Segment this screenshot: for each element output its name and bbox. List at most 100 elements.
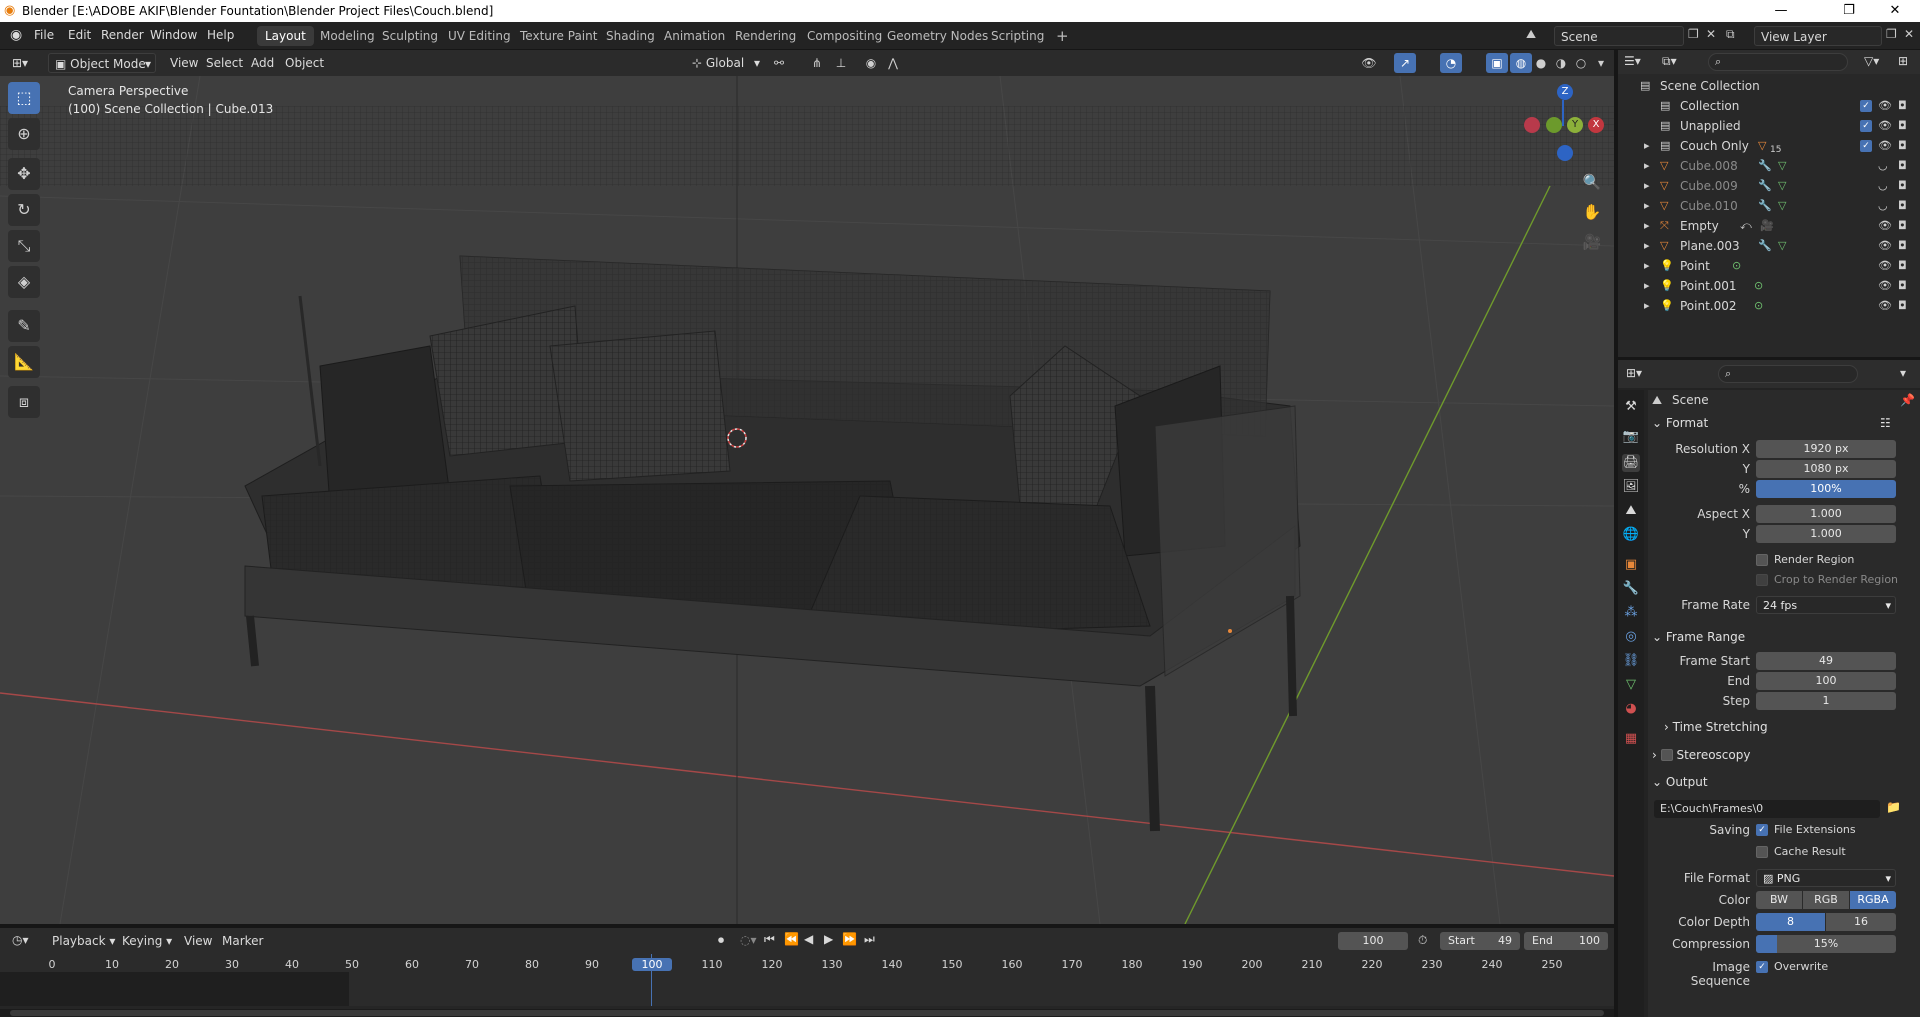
end-frame-field[interactable]: End 100 <box>1524 932 1608 950</box>
area-divider[interactable] <box>1618 357 1920 360</box>
navigation-gizmo[interactable]: Z X Y <box>1524 76 1614 176</box>
play-icon[interactable]: ▶ <box>824 932 833 946</box>
expand-arrow-icon[interactable]: ▸ <box>1644 136 1650 156</box>
new-collection-icon[interactable]: ⊞ <box>1898 54 1908 68</box>
current-frame-tick[interactable]: 100 <box>632 958 672 971</box>
view-layer-icon[interactable]: ⧉ <box>1726 27 1735 42</box>
eye-icon[interactable]: 👁 <box>1878 216 1892 236</box>
editor-type-icon[interactable]: ☰▾ <box>1624 54 1641 68</box>
area-divider[interactable] <box>0 924 1614 928</box>
eye-closed-icon[interactable]: ◡ <box>1878 176 1888 196</box>
rendered-shading-icon[interactable]: ○ <box>1570 53 1592 73</box>
file-format-dropdown[interactable]: ▨ PNG ▾ <box>1756 869 1896 887</box>
resolution-percentage-field[interactable]: 100% <box>1756 480 1896 498</box>
editor-type-icon[interactable]: ⊞▾ <box>1626 366 1642 380</box>
presets-icon[interactable]: ☷ <box>1880 412 1891 434</box>
color-rgb-button[interactable]: RGB <box>1803 891 1849 909</box>
pan-hand-icon[interactable]: ✋ <box>1578 198 1606 226</box>
exclude-checkbox[interactable]: ✓ <box>1860 120 1872 132</box>
time-stretching-panel-header[interactable]: › Time Stretching <box>1664 716 1920 738</box>
list-item[interactable]: ▤ Unapplied ✓ 👁 ◘ <box>1618 116 1920 136</box>
eye-icon[interactable]: 👁 <box>1878 136 1892 156</box>
camera-icon[interactable]: ◘ <box>1898 276 1907 296</box>
rotate-tool-icon[interactable]: ↻ <box>8 194 40 226</box>
camera-icon[interactable]: ◘ <box>1898 136 1907 156</box>
blender-menu-icon[interactable]: ◉ <box>10 27 22 43</box>
eye-icon[interactable]: 👁 <box>1878 296 1892 316</box>
color-depth-16-button[interactable]: 16 <box>1826 913 1896 931</box>
scene-selector[interactable]: Scene <box>1554 26 1684 46</box>
frame-range-panel-header[interactable]: ⌄ Frame Range <box>1652 626 1916 648</box>
gizmo-x-axis[interactable]: X <box>1588 117 1604 133</box>
add-cube-tool-icon[interactable]: ⧈ <box>8 386 40 418</box>
tool-tab-icon[interactable]: ⚒ <box>1622 398 1640 416</box>
menu-edit[interactable]: Edit <box>68 28 91 42</box>
stopwatch-icon[interactable]: ⏱ <box>1418 933 1427 948</box>
tab-geometry-nodes[interactable]: Geometry Nodes <box>879 26 996 46</box>
list-item[interactable]: ▸ ▽ Cube.010 🔧 ▽ ◡ ◘ <box>1618 196 1920 216</box>
3d-viewport[interactable]: ⬚ ⊕ ✥ ↻ ⤡ ◈ ✎ 📐 ⧈ Camera Perspective (10… <box>0 76 1614 924</box>
camera-icon[interactable]: ◘ <box>1898 256 1907 276</box>
visibility-icon[interactable]: 👁 <box>1358 53 1380 73</box>
overwrite-checkbox[interactable]: ✓ <box>1756 961 1768 973</box>
frame-step-field[interactable]: 1 <box>1756 692 1896 710</box>
menu-render[interactable]: Render <box>101 28 144 42</box>
outliner-search-input[interactable]: ⌕ <box>1708 53 1848 71</box>
play-reverse-icon[interactable]: ◀ <box>804 932 813 946</box>
keying-set-icon[interactable]: ◌▾ <box>740 933 757 947</box>
jump-end-icon[interactable]: ⏭ <box>864 932 875 947</box>
folder-icon[interactable]: 📁 <box>1886 800 1901 814</box>
camera-view-icon[interactable]: 🎥 <box>1578 228 1606 256</box>
gizmo-toggle-icon[interactable]: ↗ <box>1394 53 1416 73</box>
delete-scene-icon[interactable]: ✕ <box>1706 27 1716 41</box>
restore-icon[interactable]: ❐ <box>1826 0 1872 22</box>
delete-view-layer-icon[interactable]: ✕ <box>1904 27 1914 41</box>
filter-icon[interactable]: ▽▾ <box>1864 54 1879 68</box>
measure-tool-icon[interactable]: 📐 <box>8 346 40 378</box>
transform-tool-icon[interactable]: ◈ <box>8 266 40 298</box>
area-divider[interactable] <box>1614 50 1618 1017</box>
file-extensions-checkbox[interactable]: ✓ <box>1756 824 1768 836</box>
menu-window[interactable]: Window <box>150 28 197 42</box>
camera-icon[interactable]: ◘ <box>1898 236 1907 256</box>
camera-icon[interactable]: ◘ <box>1898 296 1907 316</box>
tab-scripting[interactable]: Scripting <box>983 26 1052 46</box>
camera-icon[interactable]: ◘ <box>1898 216 1907 236</box>
eye-icon[interactable]: 👁 <box>1878 276 1892 296</box>
world-tab-icon[interactable]: 🌐 <box>1622 526 1640 544</box>
eye-icon[interactable]: 👁 <box>1878 256 1892 276</box>
display-mode-icon[interactable]: ⧉▾ <box>1662 54 1677 69</box>
format-panel-header[interactable]: ⌄ Format ☷ <box>1652 412 1916 434</box>
snap-target-icon[interactable]: ⊥ <box>830 53 852 73</box>
editor-type-icon[interactable]: ◷▾ <box>12 933 29 947</box>
list-item[interactable]: ▸ 💡 Point ⊙ 👁 ◘ <box>1618 256 1920 276</box>
tab-compositing[interactable]: Compositing <box>799 26 890 46</box>
gizmo-neg-y-axis[interactable] <box>1546 117 1562 133</box>
list-item[interactable]: ▸ ▽ Cube.009 🔧 ▽ ◡ ◘ <box>1618 176 1920 196</box>
stereoscopy-panel-header[interactable]: › Stereoscopy <box>1652 744 1916 766</box>
resolution-x-field[interactable]: 1920 px <box>1756 440 1896 458</box>
pin-icon[interactable]: 📌 <box>1900 393 1915 407</box>
view-layer-tab-icon[interactable]: 🖼 <box>1622 478 1640 496</box>
camera-icon[interactable]: ◘ <box>1898 156 1907 176</box>
frame-start-field[interactable]: 49 <box>1756 652 1896 670</box>
list-item[interactable]: ▸ ▽ Plane.003 🔧 ▽ 👁 ◘ <box>1618 236 1920 256</box>
constraints-tab-icon[interactable]: ⛓ <box>1622 652 1640 670</box>
render-region-checkbox[interactable] <box>1756 554 1768 566</box>
gizmo-neg-z-axis[interactable] <box>1557 145 1573 161</box>
timeline-scrollbar[interactable] <box>0 1009 1614 1017</box>
list-item[interactable]: ▸ ▽ Cube.008 🔧 ▽ ◡ ◘ <box>1618 156 1920 176</box>
cursor-tool-icon[interactable]: ⊕ <box>8 118 40 150</box>
list-item[interactable]: ▸ 💡 Point.001 ⊙ 👁 ◘ <box>1618 276 1920 296</box>
tab-texture-paint[interactable]: Texture Paint <box>512 26 605 46</box>
material-tab-icon[interactable]: ◕ <box>1622 700 1640 718</box>
menu-view[interactable]: View <box>164 53 204 73</box>
tab-sculpting[interactable]: Sculpting <box>374 26 446 46</box>
falloff-icon[interactable]: ⋀ <box>882 53 904 73</box>
menu-add[interactable]: Add <box>245 53 280 73</box>
texture-tab-icon[interactable]: ▦ <box>1622 730 1640 748</box>
compression-slider[interactable]: 15% <box>1756 935 1896 953</box>
frame-end-field[interactable]: 100 <box>1756 672 1896 690</box>
menu-help[interactable]: Help <box>207 28 234 42</box>
tab-uv-editing[interactable]: UV Editing <box>440 26 519 46</box>
